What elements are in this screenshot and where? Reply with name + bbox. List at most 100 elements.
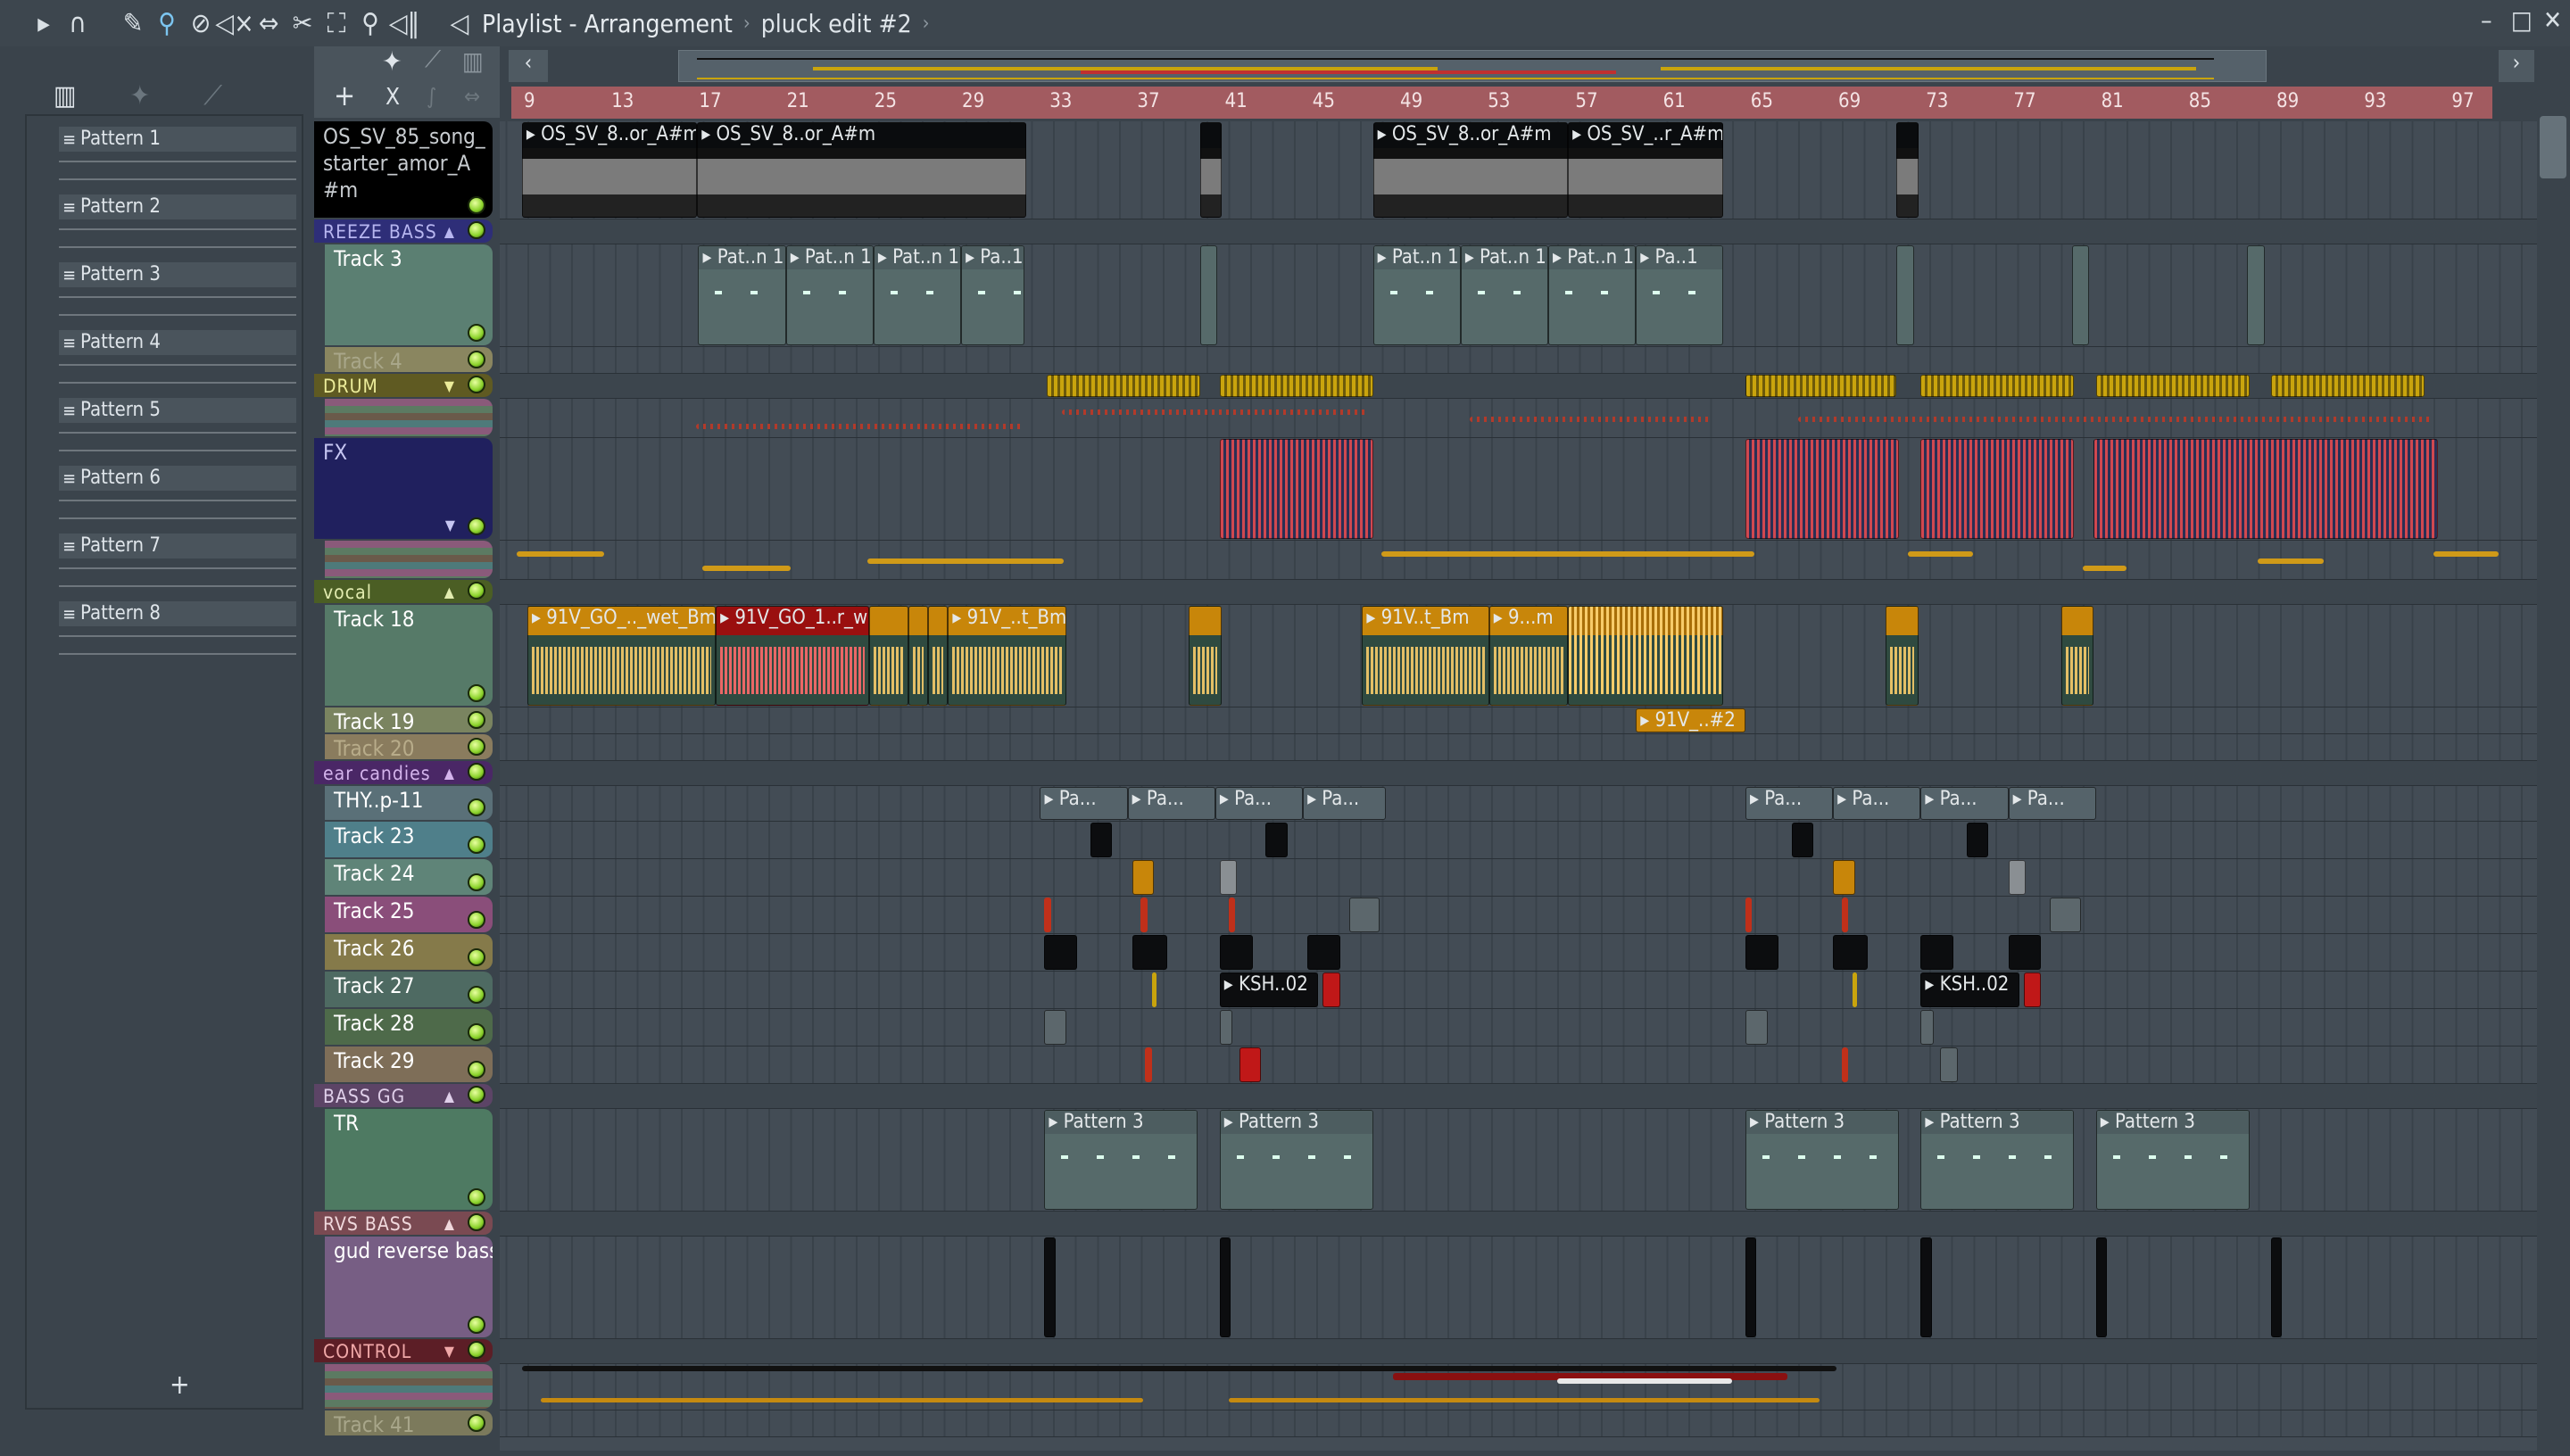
clip[interactable] bbox=[1745, 1010, 1768, 1045]
playlist-track-lane[interactable] bbox=[500, 897, 2537, 934]
pattern-item[interactable]: Pattern 6 bbox=[59, 466, 296, 532]
clip[interactable]: ▸ Pat..n 1 bbox=[698, 245, 786, 345]
slice-icon[interactable]: ✂ bbox=[286, 6, 319, 40]
playlist-track-lane[interactable] bbox=[500, 761, 2537, 786]
clip[interactable] bbox=[2247, 245, 2265, 345]
track-enable-led[interactable] bbox=[468, 1086, 485, 1104]
current-pattern[interactable]: pluck edit #2 bbox=[761, 9, 912, 38]
clip[interactable] bbox=[1219, 935, 1253, 970]
clip[interactable] bbox=[928, 606, 949, 706]
pattern-item[interactable]: Pattern 7 bbox=[59, 534, 296, 600]
clip[interactable] bbox=[1966, 823, 1989, 857]
clip[interactable]: ▸ Pa... bbox=[2008, 787, 2096, 820]
clip[interactable]: ▸ 9...m bbox=[1488, 606, 1569, 706]
clip[interactable] bbox=[1132, 935, 1167, 970]
clip[interactable] bbox=[1044, 1010, 1066, 1045]
track-header[interactable]: Track 27 bbox=[325, 972, 493, 1007]
playlist-track-lane[interactable] bbox=[500, 1339, 2537, 1364]
track-enable-led[interactable] bbox=[468, 836, 485, 854]
speaker-icon[interactable]: ◁ bbox=[443, 6, 477, 40]
audio-wave-icon[interactable]: ✦ bbox=[130, 80, 151, 112]
collapse-arrow-icon[interactable]: ▲ bbox=[444, 223, 455, 240]
paint-brush-icon[interactable]: ⚲ bbox=[150, 6, 184, 40]
pattern-item[interactable]: Pattern 2 bbox=[59, 194, 296, 261]
track-header[interactable]: gud reverse bass bbox=[325, 1237, 493, 1337]
clip[interactable]: ▸ Pat..n 1 bbox=[1460, 245, 1549, 345]
select-icon[interactable]: ⛶ bbox=[319, 6, 353, 40]
piano-icon[interactable]: ▥ bbox=[462, 46, 484, 76]
clip[interactable]: ▸ Pa... bbox=[1215, 787, 1304, 820]
song-overview[interactable] bbox=[678, 50, 2267, 82]
pencil-icon[interactable]: ✎ bbox=[116, 6, 150, 40]
mute-disable-icon[interactable]: ⊘ bbox=[184, 6, 218, 40]
clip[interactable]: ▸ Pa... bbox=[1833, 787, 1921, 820]
clip[interactable]: ▸ Pattern 3 bbox=[2095, 1110, 2250, 1210]
clip[interactable]: ▸ 91V_GO_1..r_we bbox=[716, 606, 869, 706]
track-header[interactable]: ear candies ▲ bbox=[314, 761, 493, 784]
clip[interactable] bbox=[1745, 898, 1753, 932]
clip[interactable] bbox=[1568, 606, 1724, 706]
clip[interactable] bbox=[1044, 935, 1078, 970]
clip[interactable] bbox=[1322, 972, 1340, 1007]
playback-icon[interactable]: ◁‖ bbox=[387, 6, 421, 40]
clip[interactable]: ▸ Pat..n 1 bbox=[873, 245, 962, 345]
clip[interactable]: ▸ Pat..n 1 bbox=[1548, 245, 1637, 345]
scroll-right-button[interactable]: › bbox=[2499, 50, 2534, 82]
clip[interactable]: ▸ Pattern 3 bbox=[1044, 1110, 1198, 1210]
clip[interactable] bbox=[2271, 375, 2425, 397]
track-header[interactable]: FX ▼ bbox=[314, 438, 493, 539]
track-header[interactable]: Track 26 bbox=[325, 934, 493, 970]
playlist-grid[interactable]: ▸ OS_SV_8..or_A#m ▸ OS_SV_8..or_A#m ▸ OS_S… bbox=[500, 121, 2537, 1451]
clip[interactable] bbox=[1199, 245, 1218, 345]
clip[interactable] bbox=[1745, 375, 1897, 397]
track-enable-led[interactable] bbox=[468, 324, 485, 342]
track-enable-led[interactable] bbox=[468, 711, 485, 729]
playlist-track-lane[interactable] bbox=[500, 786, 2537, 822]
clip[interactable] bbox=[1132, 860, 1155, 895]
playlist-track-lane[interactable] bbox=[500, 541, 2537, 580]
track-enable-led[interactable] bbox=[468, 763, 485, 781]
clip[interactable] bbox=[1062, 410, 1369, 415]
clip[interactable]: ▸ Pattern 3 bbox=[1219, 1110, 1373, 1210]
clip[interactable] bbox=[1469, 417, 1711, 422]
collapse-arrow-icon[interactable]: ▲ bbox=[444, 583, 455, 600]
playlist-track-lane[interactable] bbox=[500, 734, 2537, 761]
expand-arrow-icon[interactable]: ▼ bbox=[444, 1343, 455, 1360]
clip[interactable]: ▸ KSH..02 bbox=[1219, 972, 1319, 1007]
clip[interactable]: ▸ Pa..1 bbox=[961, 245, 1025, 345]
clip[interactable] bbox=[1046, 375, 1200, 397]
track-header[interactable]: CONTROL ▼ bbox=[314, 1339, 493, 1362]
clip[interactable] bbox=[1348, 898, 1380, 932]
track-header[interactable]: OS_SV_85_song_starter_amor_A#m bbox=[314, 121, 493, 218]
clip[interactable]: ▸ OS_SV_..r_A#m bbox=[1568, 122, 1724, 218]
clip[interactable] bbox=[1920, 935, 1954, 970]
pattern-item[interactable]: Pattern 4 bbox=[59, 330, 296, 396]
track-header[interactable]: THY..p-11 bbox=[325, 786, 493, 820]
clip[interactable]: ▸ 91V..t_Bm bbox=[1362, 606, 1489, 706]
playlist-track-lane[interactable] bbox=[500, 934, 2537, 972]
clip[interactable] bbox=[1886, 606, 1919, 706]
track-header[interactable]: Track 24 bbox=[325, 859, 493, 895]
playlist-track-lane[interactable] bbox=[500, 822, 2537, 859]
track-enable-led[interactable] bbox=[468, 684, 485, 702]
playlist-track-lane[interactable] bbox=[500, 1046, 2537, 1084]
track-enable-led[interactable] bbox=[468, 1414, 485, 1432]
track-enable-led[interactable] bbox=[468, 196, 485, 214]
clip[interactable]: ▸ Pat..n 1 bbox=[785, 245, 874, 345]
timeline-ruler[interactable]: 9 13 17 21 25 29 33 37 41 45 49 53 57 61 65 69 73 77 81 85 8… bbox=[511, 87, 2492, 119]
track-header[interactable]: Track 19 bbox=[325, 707, 493, 732]
add-track-button[interactable]: + bbox=[334, 79, 355, 112]
track-enable-led[interactable] bbox=[468, 351, 485, 368]
clip[interactable]: ▸ OS_SV_8..or_A#m bbox=[1372, 122, 1569, 218]
track-enable-led[interactable] bbox=[468, 1341, 485, 1359]
clip[interactable] bbox=[1306, 935, 1340, 970]
track-enable-led[interactable] bbox=[468, 1188, 485, 1206]
clip[interactable] bbox=[1090, 823, 1113, 857]
pattern-item[interactable]: Pattern 5 bbox=[59, 398, 296, 464]
track-header[interactable] bbox=[325, 541, 493, 578]
clip[interactable] bbox=[2095, 1237, 2108, 1337]
clip[interactable] bbox=[1896, 245, 1914, 345]
pattern-item[interactable]: Pattern 1 bbox=[59, 127, 296, 193]
clip[interactable] bbox=[1189, 606, 1223, 706]
playlist-track-lane[interactable] bbox=[500, 219, 2537, 244]
